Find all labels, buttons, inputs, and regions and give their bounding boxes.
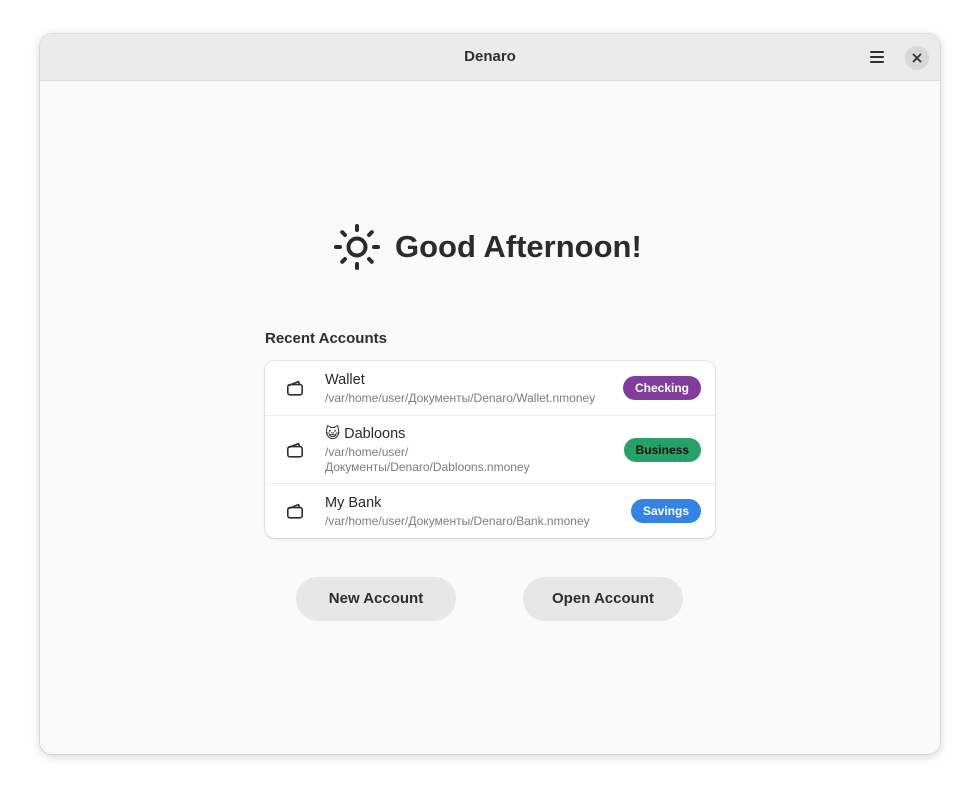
headerbar: Denaro [40,34,940,81]
account-type-badge: Checking [622,376,701,400]
account-path: /var/home/user/Документы/Denaro/Bank.nmo… [325,513,590,528]
close-window-button[interactable] [905,46,929,70]
main-menu-button[interactable] [862,43,892,71]
account-row-my-bank[interactable]: My Bank /var/home/user/Документы/Denaro/… [265,484,715,538]
account-row-dabloons[interactable]: 😺 Dabloons /var/home/user/Документы/Dena… [265,416,715,484]
account-name: 😺 Dabloons [325,425,406,442]
wallet-icon [286,380,303,396]
close-icon [912,53,922,63]
account-name: Wallet [325,371,365,388]
app-window: Denaro Good Afternoon! Recent Accounts W… [40,34,940,754]
recent-accounts-title: Recent Accounts [265,330,387,347]
window-title: Denaro [464,48,516,65]
account-path: /var/home/user/Документы/Denaro/Wallet.n… [325,390,596,405]
wallet-icon [286,442,303,458]
account-name: My Bank [325,494,382,511]
account-path: /var/home/user/Документы/Denaro/Dabloons… [325,444,530,474]
account-type-badge: Savings [630,499,701,523]
recent-accounts-list: Wallet /var/home/user/Документы/Denaro/W… [265,361,715,538]
open-account-button[interactable]: Open Account [523,577,683,621]
new-account-button[interactable]: New Account [296,577,456,621]
account-row-wallet[interactable]: Wallet /var/home/user/Документы/Denaro/W… [265,361,715,416]
greeting-text: Good Afternoon! [395,229,642,264]
account-type-badge: Business [623,437,701,462]
main-content: Good Afternoon! Recent Accounts Wallet /… [40,81,940,754]
wallet-icon [286,503,303,519]
greeting: Good Afternoon! [333,222,642,272]
hamburger-menu-icon [870,51,884,63]
sun-icon [334,224,380,270]
